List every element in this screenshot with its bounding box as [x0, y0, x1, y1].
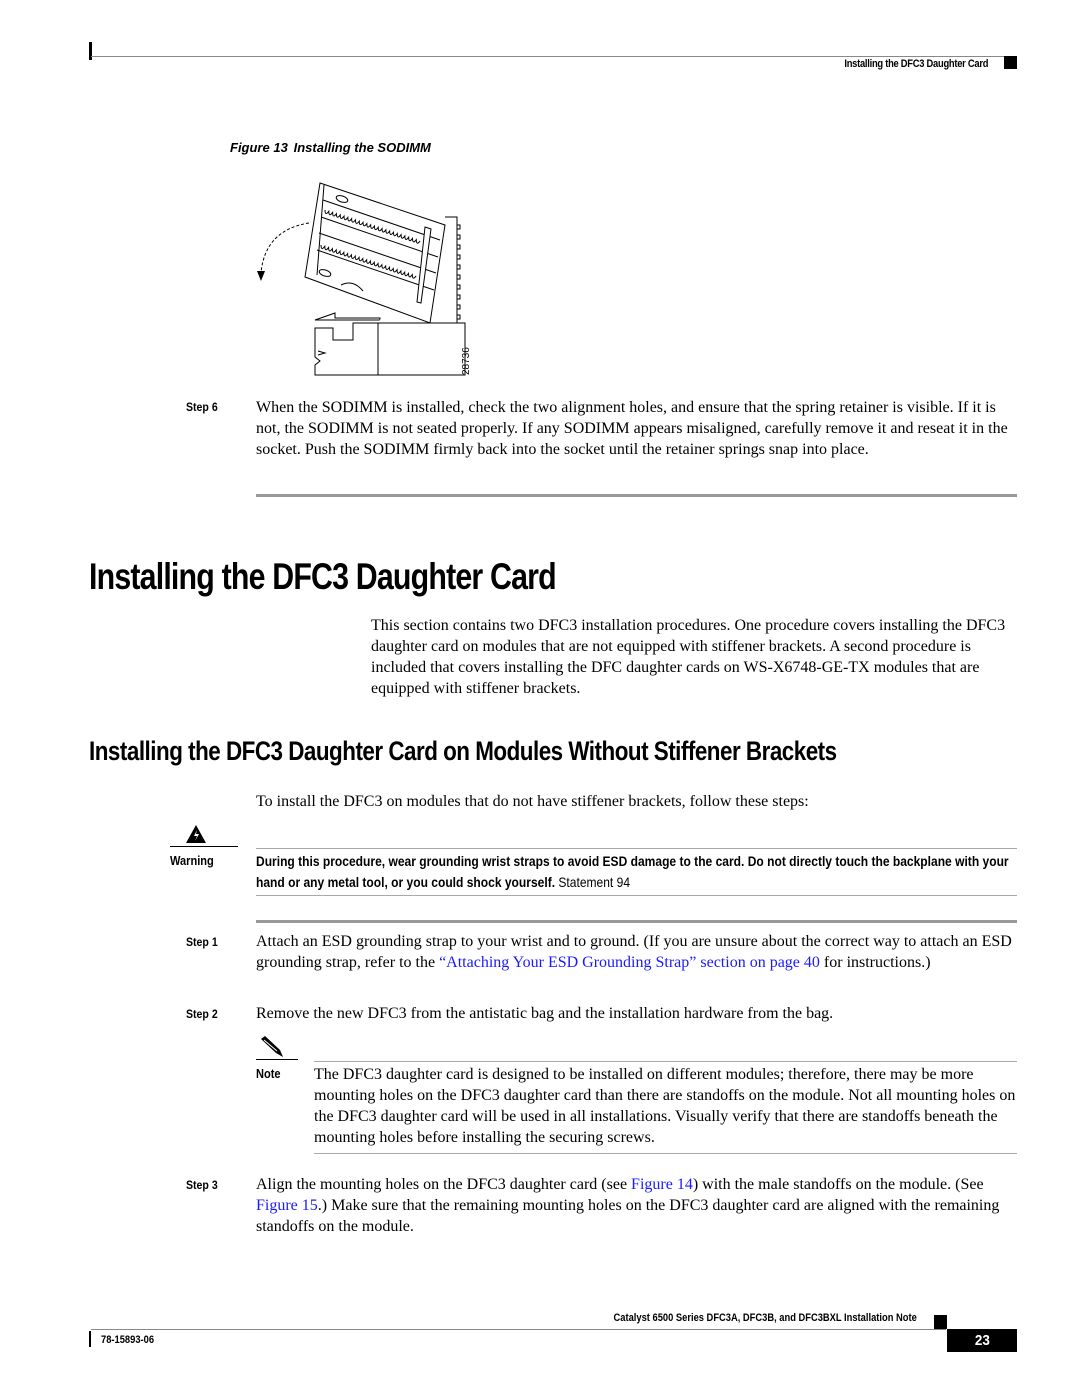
- footer-doc-number: 78-15893-06: [101, 1334, 155, 1346]
- header-margin-bar: [89, 42, 92, 60]
- figure-title: Installing the SODIMM: [293, 140, 431, 155]
- warning-triangle-icon: [186, 825, 206, 843]
- section-heading: Installing the DFC3 Daughter Card: [89, 556, 557, 597]
- warning-text: During this procedure, wear grounding wr…: [256, 851, 1021, 893]
- esd-strap-link[interactable]: “Attaching Your ESD Grounding Strap” sec…: [439, 954, 820, 971]
- step-3-text-3: .) Make sure that the remaining mounting…: [256, 1197, 1000, 1235]
- footer-doc-title: Catalyst 6500 Series DFC3A, DFC3B, and D…: [613, 1312, 917, 1324]
- step-1-label: Step 1: [186, 935, 218, 949]
- note-label: Note: [256, 1066, 281, 1081]
- figure-art-id: 28736: [461, 347, 472, 375]
- note-bottom-rule: [314, 1153, 1017, 1154]
- running-header-title: Installing the DFC3 Daughter Card: [844, 58, 988, 70]
- figure-15-link[interactable]: Figure 15: [256, 1197, 318, 1214]
- pencil-note-icon: [261, 1036, 283, 1057]
- page-number: 23: [974, 1332, 990, 1349]
- header-marker-square: [1004, 56, 1017, 69]
- step-3-text-1: Align the mounting holes on the DFC3 dau…: [256, 1176, 632, 1193]
- note-icon-rule: [256, 1059, 298, 1060]
- sodimm-installation-figure: [257, 182, 466, 376]
- step-6-label: Step 6: [186, 400, 218, 414]
- figure-14-link[interactable]: Figure 14: [631, 1176, 693, 1193]
- warning-statement: Statement 94: [555, 874, 631, 890]
- warning-bottom-rule: [256, 895, 1017, 896]
- step-2-label: Step 2: [186, 1007, 218, 1021]
- rotation-arrow-head: [257, 271, 265, 281]
- footer-marker-square: [934, 1315, 947, 1329]
- warning-body: During this procedure, wear grounding wr…: [256, 853, 1009, 890]
- note-text: The DFC3 daughter card is designed to be…: [314, 1066, 1016, 1146]
- socket-block: [377, 322, 466, 376]
- socket-body: [314, 312, 381, 321]
- figure-caption: Figure 13 Installing the SODIMM: [230, 140, 431, 155]
- step-6-text: When the SODIMM is installed, check the …: [256, 399, 1008, 458]
- step-3-label: Step 3: [186, 1178, 218, 1192]
- step-3-text: Align the mounting holes on the DFC3 dau…: [256, 1174, 1016, 1237]
- figure-number: Figure 13: [230, 140, 288, 155]
- step-1-text-after: for instructions.): [819, 954, 931, 971]
- step-2-text: Remove the new DFC3 from the antistatic …: [256, 1005, 834, 1022]
- step-3-text-2: ) with the male standoffs on the module.…: [692, 1176, 984, 1193]
- subsection-heading: Installing the DFC3 Daughter Card on Mod…: [89, 736, 837, 766]
- footer-margin-bar: [89, 1331, 91, 1347]
- footer-rule: [91, 1329, 946, 1330]
- step-end-rule: [256, 494, 1017, 497]
- warning-label: Warning: [170, 853, 214, 868]
- note-top-rule: [314, 1061, 1017, 1062]
- warning-end-rule: [256, 920, 1017, 923]
- page-number-box: 23: [947, 1329, 1017, 1352]
- step-1-text: Attach an ESD grounding strap to your wr…: [256, 931, 1016, 973]
- warning-top-rule: [256, 848, 1017, 849]
- rotation-arrow: [260, 222, 310, 274]
- section-intro: This section contains two DFC3 installat…: [371, 617, 1006, 697]
- header-rule: [91, 56, 1017, 57]
- warning-icon-rule: [170, 846, 238, 847]
- socket-latch: [314, 322, 379, 376]
- subsection-lead: To install the DFC3 on modules that do n…: [256, 793, 809, 810]
